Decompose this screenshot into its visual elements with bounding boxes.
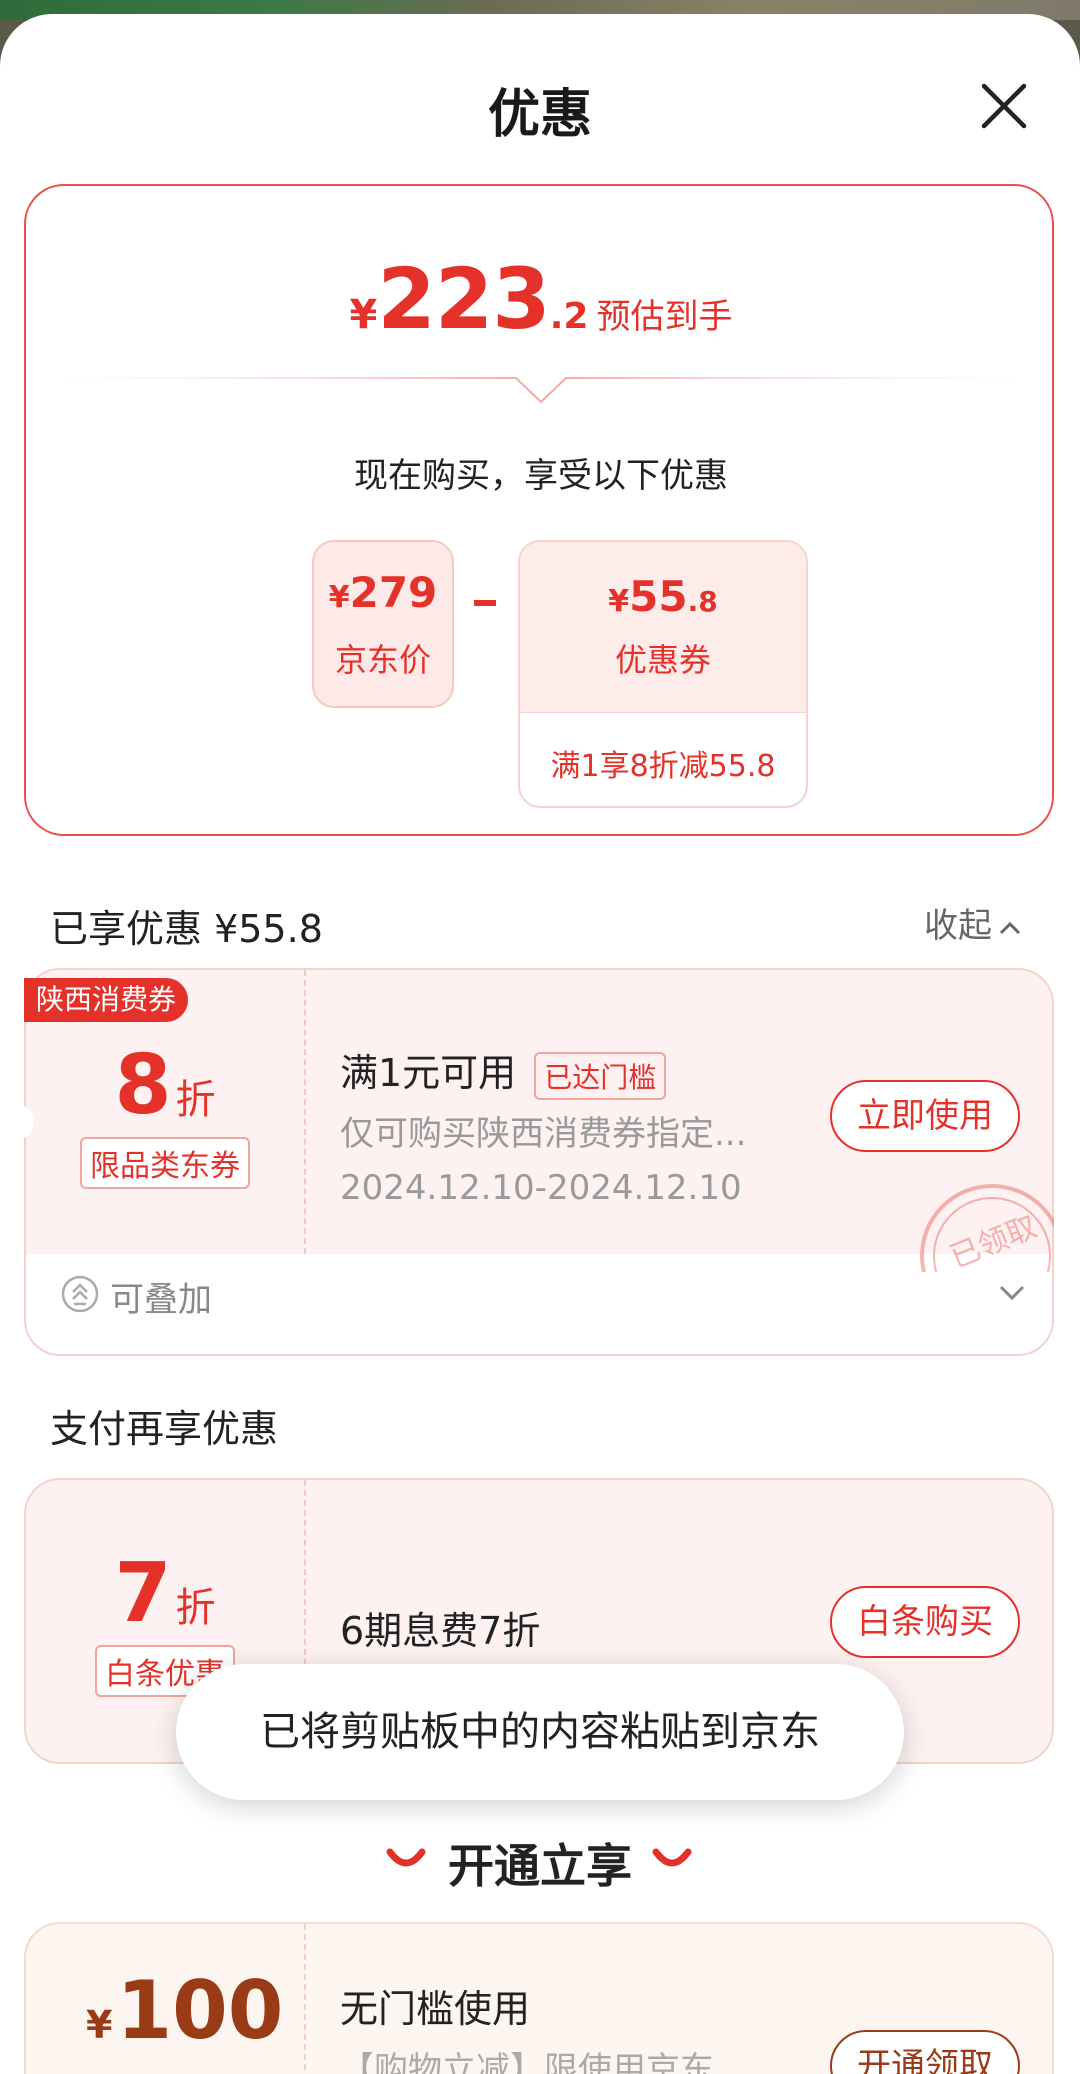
estimated-price: ¥223.2 预估到手 — [26, 250, 1056, 348]
coupon-description: 【购物立减】限使用京东... — [340, 2050, 747, 2074]
coupon-discount: 7 — [114, 1546, 172, 1641]
stackable-row[interactable]: 可叠加 — [26, 1254, 1052, 1340]
open-claim-button[interactable]: 开通领取 — [830, 2030, 1020, 2074]
coupon-discount-unit: 折 — [175, 1585, 216, 1631]
estimate-summary-card: ¥223.2 预估到手 现在购买，享受以下优惠 ¥279 京东价 ¥55.8 优惠… — [24, 184, 1054, 836]
claimed-stamp: 已领取 — [920, 1184, 1054, 1272]
coupon-discount: 8 — [114, 1038, 172, 1133]
coupon-condition: 满1享8折减55.8 — [520, 712, 806, 785]
dashed-separator — [304, 1924, 306, 2074]
estimated-price-label: 预估到手 — [596, 297, 733, 337]
close-icon — [981, 83, 1027, 129]
coupon-title-text: 满1元可用 — [340, 1051, 517, 1095]
stack-icon — [61, 1275, 99, 1313]
close-button[interactable] — [978, 80, 1030, 132]
jd-price-label: 京东价 — [334, 641, 431, 679]
estimated-price-integer: 223 — [377, 250, 550, 348]
region-coupon-tag: 陕西消费券 — [24, 978, 189, 1022]
clipboard-toast: 已将剪贴板中的内容粘贴到京东 — [176, 1664, 904, 1800]
coupon-description: 仅可购买陕西消费券指定... — [340, 1114, 747, 1154]
stamp-text: 已领取 — [945, 1209, 1042, 1272]
coupon-discount-unit: 折 — [175, 1077, 216, 1123]
pay-discount-title: 支付再享优惠 — [50, 1407, 279, 1451]
discount-sheet: 优惠 ¥223.2 预估到手 现在购买，享受以下优惠 ¥279 京东价 ¥55.… — [0, 14, 1080, 2074]
enjoyed-discount-title: 已享优惠 ¥55.8 — [50, 907, 323, 951]
threshold-reached-badge: 已达门槛 — [534, 1051, 667, 1100]
coupon-type-tag: 限品类东券 — [80, 1137, 250, 1189]
baitiao-buy-button[interactable]: 白条购买 — [830, 1586, 1020, 1658]
now-buy-text: 现在购买，享受以下优惠 — [354, 456, 728, 496]
coupon-value-decimal: .8 — [687, 585, 718, 618]
chevron-down-icon[interactable] — [998, 1284, 1026, 1302]
use-now-button[interactable]: 立即使用 — [830, 1080, 1020, 1152]
currency-symbol: ¥ — [349, 292, 378, 338]
jd-price-box: ¥279 京东价 — [312, 540, 454, 708]
chevron-up-icon — [999, 921, 1021, 934]
pointer-divider — [56, 377, 1026, 404]
jd-price-number: 279 — [349, 568, 438, 617]
sheet-title: 优惠 — [487, 85, 592, 145]
vip-coupon-number: 100 — [116, 1964, 284, 2057]
coupon-title: 满1元可用 已达门槛 — [340, 1042, 667, 1100]
collapse-button[interactable]: 收起 — [924, 898, 1022, 947]
coupon-title: 6期息费7折 — [340, 1609, 541, 1653]
jd-price-value: ¥279 — [314, 568, 452, 617]
coupon-card-vip: ¥100 无门槛使用 【购物立减】限使用京东... 开通领取 — [24, 1922, 1054, 2074]
coupon-date-range: 2024.12.10-2024.12.10 — [340, 1168, 742, 1208]
open-section-title: 开通立享 — [448, 1839, 632, 1893]
estimated-price-decimal: .2 — [549, 296, 589, 337]
coupon-title: 无门槛使用 — [340, 1987, 531, 2031]
collapse-label: 收起 — [924, 906, 992, 946]
coupon-value-integer: 55 — [629, 572, 688, 621]
currency-symbol: ¥ — [328, 580, 350, 615]
currency-symbol: ¥ — [86, 2003, 113, 2047]
minus-sign — [474, 600, 496, 606]
coupon-card-shaanxi: 8折 限品类东券 满1元可用 已达门槛 仅可购买陕西消费券指定... 2024.1… — [24, 968, 1054, 1356]
decor-smile-right-icon — [652, 1848, 692, 1867]
currency-symbol: ¥ — [608, 584, 630, 619]
coupon-value: ¥55.8 — [520, 542, 806, 621]
dashed-separator — [304, 970, 306, 1254]
vip-coupon-amount: ¥100 — [86, 1964, 283, 2057]
coupon-box: ¥55.8 优惠券 满1享8折减55.8 — [518, 540, 808, 808]
stackable-label: 可叠加 — [110, 1280, 212, 1320]
coupon-label: 优惠券 — [614, 641, 711, 679]
